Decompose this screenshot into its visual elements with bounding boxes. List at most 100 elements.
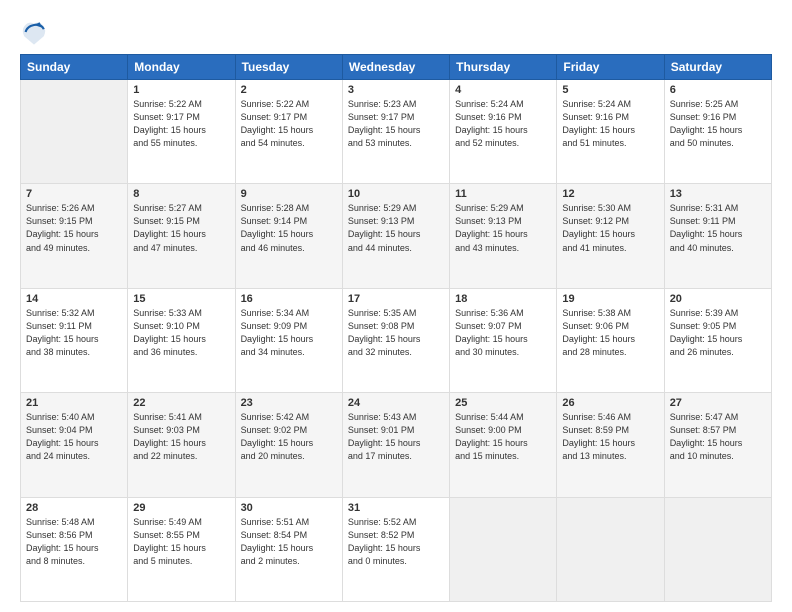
cell-content: Sunrise: 5:40 AM Sunset: 9:04 PM Dayligh… (26, 411, 122, 463)
day-number: 2 (241, 84, 337, 96)
cell-content: Sunrise: 5:22 AM Sunset: 9:17 PM Dayligh… (241, 98, 337, 150)
day-number: 8 (133, 188, 229, 200)
cell-content: Sunrise: 5:22 AM Sunset: 9:17 PM Dayligh… (133, 98, 229, 150)
cell-content: Sunrise: 5:29 AM Sunset: 9:13 PM Dayligh… (455, 202, 551, 254)
logo-icon (20, 18, 48, 46)
calendar-cell: 20 Sunrise: 5:39 AM Sunset: 9:05 PM Dayli… (664, 288, 771, 392)
day-number: 24 (348, 397, 444, 409)
day-number: 29 (133, 502, 229, 514)
cell-content: Sunrise: 5:42 AM Sunset: 9:02 PM Dayligh… (241, 411, 337, 463)
day-number: 5 (562, 84, 658, 96)
cell-content: Sunrise: 5:49 AM Sunset: 8:55 PM Dayligh… (133, 516, 229, 568)
calendar-cell: 7 Sunrise: 5:26 AM Sunset: 9:15 PM Daylig… (21, 184, 128, 288)
calendar-week-2: 7 Sunrise: 5:26 AM Sunset: 9:15 PM Daylig… (21, 184, 772, 288)
calendar-header-wednesday: Wednesday (342, 55, 449, 80)
day-number: 14 (26, 293, 122, 305)
calendar-header-monday: Monday (128, 55, 235, 80)
calendar-cell: 26 Sunrise: 5:46 AM Sunset: 8:59 PM Dayli… (557, 393, 664, 497)
cell-content: Sunrise: 5:39 AM Sunset: 9:05 PM Dayligh… (670, 307, 766, 359)
calendar-cell: 23 Sunrise: 5:42 AM Sunset: 9:02 PM Dayli… (235, 393, 342, 497)
day-number: 7 (26, 188, 122, 200)
day-number: 6 (670, 84, 766, 96)
calendar-cell: 9 Sunrise: 5:28 AM Sunset: 9:14 PM Daylig… (235, 184, 342, 288)
day-number: 16 (241, 293, 337, 305)
cell-content: Sunrise: 5:26 AM Sunset: 9:15 PM Dayligh… (26, 202, 122, 254)
day-number: 20 (670, 293, 766, 305)
calendar-cell (664, 497, 771, 601)
calendar-cell: 18 Sunrise: 5:36 AM Sunset: 9:07 PM Dayli… (450, 288, 557, 392)
calendar-cell: 5 Sunrise: 5:24 AM Sunset: 9:16 PM Daylig… (557, 80, 664, 184)
calendar-week-3: 14 Sunrise: 5:32 AM Sunset: 9:11 PM Dayli… (21, 288, 772, 392)
cell-content: Sunrise: 5:23 AM Sunset: 9:17 PM Dayligh… (348, 98, 444, 150)
calendar-cell: 12 Sunrise: 5:30 AM Sunset: 9:12 PM Dayli… (557, 184, 664, 288)
cell-content: Sunrise: 5:46 AM Sunset: 8:59 PM Dayligh… (562, 411, 658, 463)
calendar-header-saturday: Saturday (664, 55, 771, 80)
day-number: 18 (455, 293, 551, 305)
cell-content: Sunrise: 5:36 AM Sunset: 9:07 PM Dayligh… (455, 307, 551, 359)
day-number: 12 (562, 188, 658, 200)
calendar-week-5: 28Sunrise: 5:48 AM Sunset: 8:56 PM Dayli… (21, 497, 772, 601)
calendar-header-row: SundayMondayTuesdayWednesdayThursdayFrid… (21, 55, 772, 80)
calendar-cell: 28Sunrise: 5:48 AM Sunset: 8:56 PM Dayli… (21, 497, 128, 601)
calendar-header-friday: Friday (557, 55, 664, 80)
cell-content: Sunrise: 5:28 AM Sunset: 9:14 PM Dayligh… (241, 202, 337, 254)
day-number: 30 (241, 502, 337, 514)
calendar-week-1: 1 Sunrise: 5:22 AM Sunset: 9:17 PM Daylig… (21, 80, 772, 184)
cell-content: Sunrise: 5:31 AM Sunset: 9:11 PM Dayligh… (670, 202, 766, 254)
calendar-cell: 6Sunrise: 5:25 AM Sunset: 9:16 PM Daylig… (664, 80, 771, 184)
day-number: 27 (670, 397, 766, 409)
cell-content: Sunrise: 5:51 AM Sunset: 8:54 PM Dayligh… (241, 516, 337, 568)
day-number: 3 (348, 84, 444, 96)
cell-content: Sunrise: 5:48 AM Sunset: 8:56 PM Dayligh… (26, 516, 122, 568)
calendar-week-4: 21 Sunrise: 5:40 AM Sunset: 9:04 PM Dayli… (21, 393, 772, 497)
calendar-cell: 1 Sunrise: 5:22 AM Sunset: 9:17 PM Daylig… (128, 80, 235, 184)
day-number: 23 (241, 397, 337, 409)
calendar-cell: 13 Sunrise: 5:31 AM Sunset: 9:11 PM Dayli… (664, 184, 771, 288)
day-number: 13 (670, 188, 766, 200)
cell-content: Sunrise: 5:38 AM Sunset: 9:06 PM Dayligh… (562, 307, 658, 359)
day-number: 4 (455, 84, 551, 96)
cell-content: Sunrise: 5:29 AM Sunset: 9:13 PM Dayligh… (348, 202, 444, 254)
day-number: 9 (241, 188, 337, 200)
day-number: 17 (348, 293, 444, 305)
cell-content: Sunrise: 5:47 AM Sunset: 8:57 PM Dayligh… (670, 411, 766, 463)
cell-content: Sunrise: 5:32 AM Sunset: 9:11 PM Dayligh… (26, 307, 122, 359)
calendar-cell: 15 Sunrise: 5:33 AM Sunset: 9:10 PM Dayli… (128, 288, 235, 392)
day-number: 11 (455, 188, 551, 200)
cell-content: Sunrise: 5:35 AM Sunset: 9:08 PM Dayligh… (348, 307, 444, 359)
cell-content: Sunrise: 5:41 AM Sunset: 9:03 PM Dayligh… (133, 411, 229, 463)
calendar-cell: 24Sunrise: 5:43 AM Sunset: 9:01 PM Dayli… (342, 393, 449, 497)
day-number: 22 (133, 397, 229, 409)
header (20, 18, 772, 46)
calendar-cell (557, 497, 664, 601)
calendar-cell: 8 Sunrise: 5:27 AM Sunset: 9:15 PM Daylig… (128, 184, 235, 288)
day-number: 21 (26, 397, 122, 409)
calendar-cell: 4 Sunrise: 5:24 AM Sunset: 9:16 PM Daylig… (450, 80, 557, 184)
calendar-header-tuesday: Tuesday (235, 55, 342, 80)
calendar-cell (21, 80, 128, 184)
calendar-cell (450, 497, 557, 601)
calendar-cell: 2 Sunrise: 5:22 AM Sunset: 9:17 PM Daylig… (235, 80, 342, 184)
cell-content: Sunrise: 5:44 AM Sunset: 9:00 PM Dayligh… (455, 411, 551, 463)
cell-content: Sunrise: 5:24 AM Sunset: 9:16 PM Dayligh… (562, 98, 658, 150)
day-number: 1 (133, 84, 229, 96)
calendar-cell: 30 Sunrise: 5:51 AM Sunset: 8:54 PM Dayli… (235, 497, 342, 601)
calendar-header-sunday: Sunday (21, 55, 128, 80)
cell-content: Sunrise: 5:34 AM Sunset: 9:09 PM Dayligh… (241, 307, 337, 359)
day-number: 31 (348, 502, 444, 514)
day-number: 25 (455, 397, 551, 409)
calendar-cell: 10 Sunrise: 5:29 AM Sunset: 9:13 PM Dayli… (342, 184, 449, 288)
cell-content: Sunrise: 5:30 AM Sunset: 9:12 PM Dayligh… (562, 202, 658, 254)
page: SundayMondayTuesdayWednesdayThursdayFrid… (0, 0, 792, 612)
cell-content: Sunrise: 5:33 AM Sunset: 9:10 PM Dayligh… (133, 307, 229, 359)
calendar-cell: 31 Sunrise: 5:52 AM Sunset: 8:52 PM Dayli… (342, 497, 449, 601)
day-number: 10 (348, 188, 444, 200)
calendar-header-thursday: Thursday (450, 55, 557, 80)
calendar-cell: 27 Sunrise: 5:47 AM Sunset: 8:57 PM Dayli… (664, 393, 771, 497)
day-number: 26 (562, 397, 658, 409)
calendar-cell: 14 Sunrise: 5:32 AM Sunset: 9:11 PM Dayli… (21, 288, 128, 392)
cell-content: Sunrise: 5:24 AM Sunset: 9:16 PM Dayligh… (455, 98, 551, 150)
cell-content: Sunrise: 5:52 AM Sunset: 8:52 PM Dayligh… (348, 516, 444, 568)
cell-content: Sunrise: 5:27 AM Sunset: 9:15 PM Dayligh… (133, 202, 229, 254)
day-number: 15 (133, 293, 229, 305)
